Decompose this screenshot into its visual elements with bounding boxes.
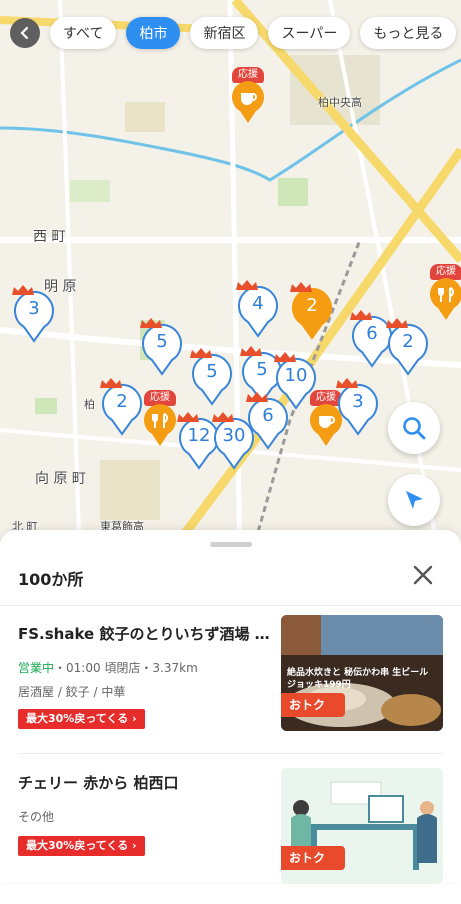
- map-label-mukohara: 向 原 町: [35, 471, 86, 487]
- cluster-count: 6: [262, 405, 274, 426]
- cluster-count: 5: [156, 331, 168, 352]
- cluster-pin[interactable]: 3: [12, 285, 56, 343]
- shop-genre: 居酒屋 / 餃子 / 中華: [18, 685, 126, 699]
- cluster-pin[interactable]: 2: [100, 378, 144, 436]
- shop-pin-restaurant[interactable]: 応援: [140, 390, 180, 450]
- crown-icon: [100, 378, 122, 388]
- map-label-kashiwa: 柏: [84, 398, 95, 411]
- fork-knife-icon: [430, 278, 461, 320]
- map-label-nishimachi: 西 町: [33, 229, 66, 245]
- crown-icon: [290, 282, 312, 292]
- sheet-handle[interactable]: [210, 542, 252, 547]
- map-view[interactable]: 西 町 明 原 柏中央高 向 原 町 柏 北 町 東葛飾高 すべて 柏市 新宿区…: [0, 0, 461, 560]
- crown-icon: [236, 280, 258, 290]
- location-arrow-icon: [406, 491, 423, 509]
- shop-meta: 営業中・01:00 頃閉店・3.37km: [18, 659, 198, 676]
- shop-hours-distance: ・01:00 頃閉店・3.37km: [54, 661, 198, 675]
- cluster-pin[interactable]: 5: [140, 318, 184, 376]
- cluster-count: 5: [206, 361, 218, 382]
- crown-icon: [140, 318, 162, 328]
- shop-pin-restaurant-2[interactable]: 応援: [426, 264, 461, 324]
- thumbnail-caption: 絶品水炊きと 秘伝かわ串 生ビールジョッキ199円: [287, 668, 429, 690]
- crown-icon: [386, 318, 408, 328]
- sheet-header: 100か所: [0, 556, 461, 606]
- crown-icon: [12, 285, 34, 295]
- cluster-count: 4: [252, 293, 264, 314]
- shop-pin-cafe[interactable]: 応援: [228, 67, 268, 127]
- shop-title: FS.shake 餃子のとりいちず酒場 柏…: [18, 625, 273, 643]
- chip-more[interactable]: もっと見る: [360, 17, 457, 49]
- shop-card[interactable]: FS.shake 餃子のとりいちず酒場 柏… 営業中・01:00 頃閉店・3.3…: [0, 607, 461, 757]
- current-location-button[interactable]: [388, 474, 440, 526]
- chip-all[interactable]: すべて: [50, 17, 117, 49]
- crown-icon: [336, 378, 358, 388]
- cluster-pin[interactable]: 6: [246, 392, 290, 450]
- chip-supermarket[interactable]: スーパー: [268, 17, 351, 49]
- fork-knife-icon: [144, 404, 176, 446]
- cluster-count: 2: [116, 391, 128, 412]
- crown-icon: [177, 412, 199, 422]
- shop-title: チェリー 赤から 柏西口: [18, 774, 179, 792]
- shop-thumbnail[interactable]: 絶品水炊きと 秘伝かわ串 生ビールジョッキ199円 おトク: [281, 615, 443, 731]
- close-icon[interactable]: [411, 563, 435, 587]
- crown-icon: [274, 352, 296, 362]
- open-status: 営業中: [18, 661, 55, 675]
- cluster-count: 3: [352, 391, 364, 412]
- result-count: 100か所: [18, 570, 84, 589]
- crown-icon: [212, 412, 234, 422]
- cluster-count: 2: [306, 295, 318, 316]
- chip-kashiwa[interactable]: 柏市: [126, 17, 181, 49]
- crown-icon: [190, 348, 212, 358]
- result-sheet: 100か所 FS.shake 餃子のとりいちず酒場 柏… 営業中・01:00 頃…: [0, 530, 461, 884]
- search-icon: [403, 417, 426, 440]
- cluster-pin[interactable]: 2: [290, 282, 334, 340]
- search-button[interactable]: [388, 402, 440, 454]
- chip-shinjuku[interactable]: 新宿区: [190, 17, 259, 49]
- shop-genre: その他: [18, 810, 55, 824]
- filter-chip-bar: すべて 柏市 新宿区 スーパー もっと見る: [10, 16, 461, 50]
- cluster-count: 2: [402, 331, 414, 352]
- shop-thumbnail[interactable]: おトク: [281, 768, 443, 884]
- deal-badge: おトク: [281, 693, 345, 717]
- cluster-pin[interactable]: 3: [336, 378, 380, 436]
- map-label-kashiwanaka-high: 柏中央高: [318, 96, 362, 109]
- chevron-left-icon: [20, 26, 29, 40]
- crown-icon: [246, 392, 268, 402]
- crown-icon: [240, 346, 262, 356]
- crown-icon: [350, 310, 372, 320]
- cluster-pin[interactable]: 5: [190, 348, 234, 406]
- cashback-badge[interactable]: 最大30%戻ってくる ›: [18, 709, 145, 729]
- cashback-badge[interactable]: 最大30%戻ってくる ›: [18, 836, 145, 856]
- cluster-count: 3: [28, 298, 40, 319]
- cluster-pin[interactable]: 4: [236, 280, 280, 338]
- cluster-count: 10: [284, 365, 308, 386]
- coffee-icon: [232, 81, 264, 123]
- back-button[interactable]: [10, 18, 40, 48]
- cluster-pin[interactable]: 2: [386, 318, 430, 376]
- deal-badge: おトク: [281, 846, 345, 870]
